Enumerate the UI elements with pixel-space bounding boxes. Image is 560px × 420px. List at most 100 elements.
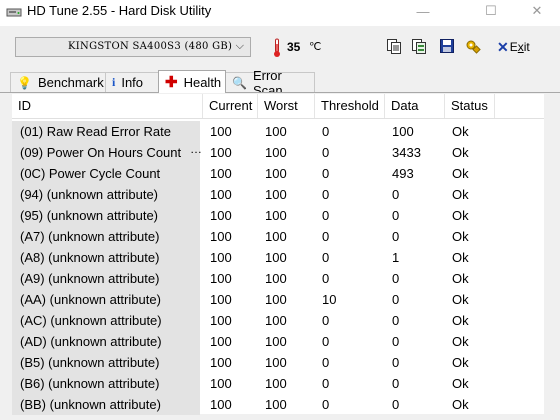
copy-icon[interactable]: [386, 38, 402, 54]
cross-icon: ✚: [165, 74, 178, 91]
thermometer-icon: [274, 38, 280, 57]
cell-current: 100: [210, 166, 232, 181]
maximize-button[interactable]: ☐: [468, 0, 514, 22]
cell-data: 0: [392, 292, 400, 307]
cell-current: 100: [210, 208, 232, 223]
cell-worst: 100: [265, 166, 287, 181]
close-button[interactable]: ✕: [514, 0, 560, 22]
truncation-ellipsis: …: [190, 142, 202, 156]
cell-worst: 100: [265, 229, 287, 244]
lightbulb-icon: 💡: [17, 75, 32, 90]
chevron-down-icon: ⌵: [235, 40, 244, 52]
cell-worst: 100: [265, 292, 287, 307]
cell-id: (AA) (unknown attribute): [12, 289, 200, 310]
cell-id: (95) (unknown attribute): [12, 205, 200, 226]
health-panel: ID Current Worst Threshold Data Status (…: [0, 92, 560, 420]
drive-select[interactable]: KINGSTON SA400S3 (480 GB) ⌵: [15, 37, 251, 57]
cell-data: 0: [392, 397, 400, 412]
cell-worst: 100: [265, 187, 287, 202]
cell-current: 100: [210, 355, 232, 370]
exit-label: Exit: [509, 40, 530, 54]
column-header-status[interactable]: Status: [445, 94, 495, 118]
drive-select-value: KINGSTON SA400S3 (480 GB): [68, 41, 233, 52]
table-row[interactable]: (A9) (unknown attribute) 100 100 0 0 Ok: [12, 268, 544, 289]
cell-data: 0: [392, 313, 400, 328]
cell-threshold: 10: [322, 292, 337, 307]
cell-threshold: 0: [322, 376, 330, 391]
tab-info[interactable]: i Info: [105, 72, 160, 92]
table-row[interactable]: (A8) (unknown attribute) 100 100 0 1 Ok: [12, 247, 544, 268]
column-header-id[interactable]: ID: [12, 94, 203, 118]
cell-threshold: 0: [322, 355, 330, 370]
table-row[interactable]: (AC) (unknown attribute) 100 100 0 0 Ok: [12, 310, 544, 331]
tab-health[interactable]: ✚ Health: [158, 70, 226, 93]
cell-id: (A8) (unknown attribute): [12, 247, 200, 268]
table-row[interactable]: (94) (unknown attribute) 100 100 0 0 Ok: [12, 184, 544, 205]
cell-status: Ok: [452, 355, 469, 370]
table-row[interactable]: (0C) Power Cycle Count 100 100 0 493 Ok: [12, 163, 544, 184]
minimize-button[interactable]: —: [400, 0, 446, 22]
cell-current: 100: [210, 145, 232, 160]
cell-data: 0: [392, 355, 400, 370]
cell-threshold: 0: [322, 208, 330, 223]
cell-id: (BB) (unknown attribute): [12, 394, 200, 415]
cell-data: 0: [392, 208, 400, 223]
cell-threshold: 0: [322, 187, 330, 202]
table-row[interactable]: (B6) (unknown attribute) 100 100 0 0 Ok: [12, 373, 544, 394]
table-row[interactable]: (AA) (unknown attribute) 100 100 10 0 Ok: [12, 289, 544, 310]
window-title: HD Tune 2.55 - Hard Disk Utility: [27, 3, 212, 18]
cell-status: Ok: [452, 145, 469, 160]
cell-data: 1: [392, 250, 400, 265]
cell-status: Ok: [452, 292, 469, 307]
column-header-worst[interactable]: Worst: [258, 94, 315, 118]
cell-data: 0: [392, 376, 400, 391]
cell-threshold: 0: [322, 145, 330, 160]
cell-status: Ok: [452, 334, 469, 349]
cell-worst: 100: [265, 124, 287, 139]
tab-strip: 💡 Benchmark i Info ✚ Health 🔍 Error Scan: [0, 68, 560, 98]
table-row[interactable]: (09) Power On Hours Count 100 100 0 3433 Ok…: [12, 142, 544, 163]
cell-current: 100: [210, 124, 232, 139]
cell-current: 100: [210, 292, 232, 307]
cell-status: Ok: [452, 376, 469, 391]
cell-current: 100: [210, 229, 232, 244]
cell-status: Ok: [452, 187, 469, 202]
cell-status: Ok: [452, 250, 469, 265]
cell-id: (B5) (unknown attribute): [12, 352, 200, 373]
cell-id: (A7) (unknown attribute): [12, 226, 200, 247]
cell-current: 100: [210, 334, 232, 349]
exit-icon: ✕: [497, 38, 509, 55]
cell-threshold: 0: [322, 250, 330, 265]
cell-current: 100: [210, 250, 232, 265]
table-row[interactable]: (A7) (unknown attribute) 100 100 0 0 Ok: [12, 226, 544, 247]
cell-status: Ok: [452, 166, 469, 181]
save-icon[interactable]: [439, 38, 455, 54]
cell-current: 100: [210, 187, 232, 202]
cell-data: 100: [392, 124, 414, 139]
copy-all-icon[interactable]: [411, 38, 427, 54]
cell-threshold: 0: [322, 166, 330, 181]
table-row[interactable]: (95) (unknown attribute) 100 100 0 0 Ok: [12, 205, 544, 226]
table-row[interactable]: (AD) (unknown attribute) 100 100 0 0 Ok: [12, 331, 544, 352]
toolbar: KINGSTON SA400S3 (480 GB) ⌵ 35 ℃ ✕ Exit: [0, 26, 560, 70]
options-icon[interactable]: [465, 38, 481, 54]
cell-id: (AD) (unknown attribute): [12, 331, 200, 352]
table-row[interactable]: (B5) (unknown attribute) 100 100 0 0 Ok: [12, 352, 544, 373]
cell-data: 0: [392, 229, 400, 244]
cell-threshold: 0: [322, 313, 330, 328]
temperature-value: 35: [287, 40, 301, 54]
tab-benchmark[interactable]: 💡 Benchmark: [10, 72, 106, 92]
cell-status: Ok: [452, 313, 469, 328]
cell-worst: 100: [265, 313, 287, 328]
table-row[interactable]: (BB) (unknown attribute) 100 100 0 0 Ok: [12, 394, 544, 415]
cell-id: (09) Power On Hours Count: [12, 142, 200, 163]
tab-error-scan[interactable]: 🔍 Error Scan: [225, 68, 315, 98]
column-header-threshold[interactable]: Threshold: [315, 94, 385, 118]
column-header-data[interactable]: Data: [385, 94, 445, 118]
exit-button[interactable]: ✕ Exit: [497, 36, 530, 58]
cell-id: (94) (unknown attribute): [12, 184, 200, 205]
column-header-current[interactable]: Current: [203, 94, 258, 118]
cell-threshold: 0: [322, 397, 330, 412]
cell-data: 493: [392, 166, 414, 181]
table-row[interactable]: (01) Raw Read Error Rate 100 100 0 100 Ok: [12, 121, 544, 142]
